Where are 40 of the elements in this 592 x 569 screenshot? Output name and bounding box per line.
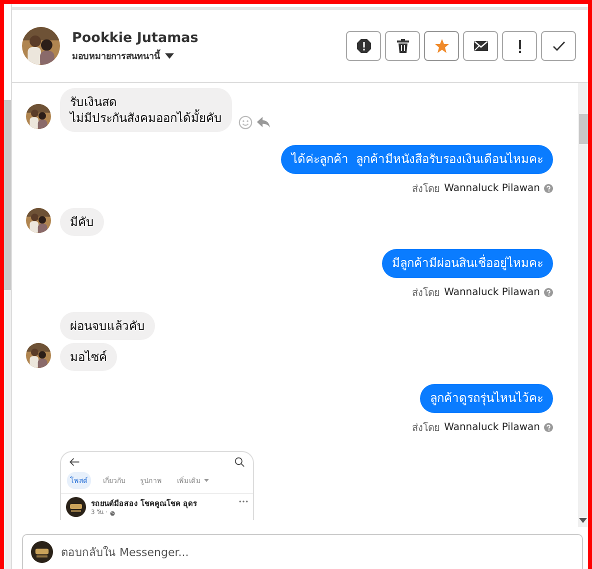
delete-button[interactable] bbox=[385, 31, 420, 61]
sender-name: Wannaluck Pilawan bbox=[444, 183, 540, 194]
scroll-down-icon[interactable] bbox=[579, 518, 587, 523]
back-arrow-icon bbox=[69, 457, 80, 467]
assign-dropdown[interactable]: มอบหมายการสนทนานี้ bbox=[72, 48, 198, 62]
trash-icon bbox=[394, 38, 410, 54]
globe-icon bbox=[110, 510, 115, 516]
more-icon bbox=[239, 500, 248, 503]
unread-button[interactable] bbox=[463, 31, 498, 61]
reply-field[interactable]: ตอบกลับใน Messenger... bbox=[22, 534, 583, 569]
message-bubble: มีคับ bbox=[60, 208, 104, 236]
message-bubble: ได้ค่ะลูกค้า ลูกค้ามีหนังสือรับรองเงินเดือนไหมคะ bbox=[281, 145, 553, 174]
sent-by-label: ส่งโดย bbox=[412, 421, 440, 435]
follow-up-button[interactable] bbox=[502, 31, 537, 61]
reply-icon[interactable] bbox=[256, 115, 271, 130]
sent-by-label: ส่งโดย bbox=[412, 286, 440, 300]
message-bubble: รับเงินสด ไม่มีประกันสังคมออกได้มั้ยคับ bbox=[60, 88, 232, 132]
sender-name: Wannaluck Pilawan bbox=[444, 287, 540, 298]
warning-icon bbox=[356, 38, 372, 54]
search-icon bbox=[234, 457, 245, 467]
message-bubble: ลูกค้าดูรถรุ่นไหนไว้คะ bbox=[420, 384, 553, 413]
message-bubble: มอไซค์ bbox=[60, 343, 117, 371]
star-button[interactable] bbox=[424, 31, 459, 61]
caret-icon bbox=[165, 52, 174, 58]
star-icon bbox=[434, 38, 450, 54]
help-icon[interactable] bbox=[544, 423, 553, 432]
scrollbar[interactable] bbox=[578, 83, 588, 527]
sent-by-label: ส่งโดย bbox=[412, 182, 440, 196]
sender-name: Wannaluck Pilawan bbox=[444, 422, 540, 433]
help-icon[interactable] bbox=[544, 288, 553, 297]
message-bubble: มีลูกค้ามีผ่อนสินเชื่ออยู่ไหมคะ bbox=[382, 249, 553, 278]
emoji-icon[interactable] bbox=[238, 115, 253, 130]
spam-button[interactable] bbox=[346, 31, 381, 61]
envelope-icon bbox=[472, 38, 488, 54]
side-scrollbar[interactable] bbox=[4, 4, 12, 569]
contact-name: Pookkie Jutamas bbox=[72, 30, 198, 46]
message-bubble: ผ่อนจบแล้วคับ bbox=[60, 312, 155, 340]
scroll-thumb[interactable] bbox=[579, 114, 588, 144]
caret-icon bbox=[204, 479, 209, 482]
help-icon[interactable] bbox=[544, 184, 553, 193]
